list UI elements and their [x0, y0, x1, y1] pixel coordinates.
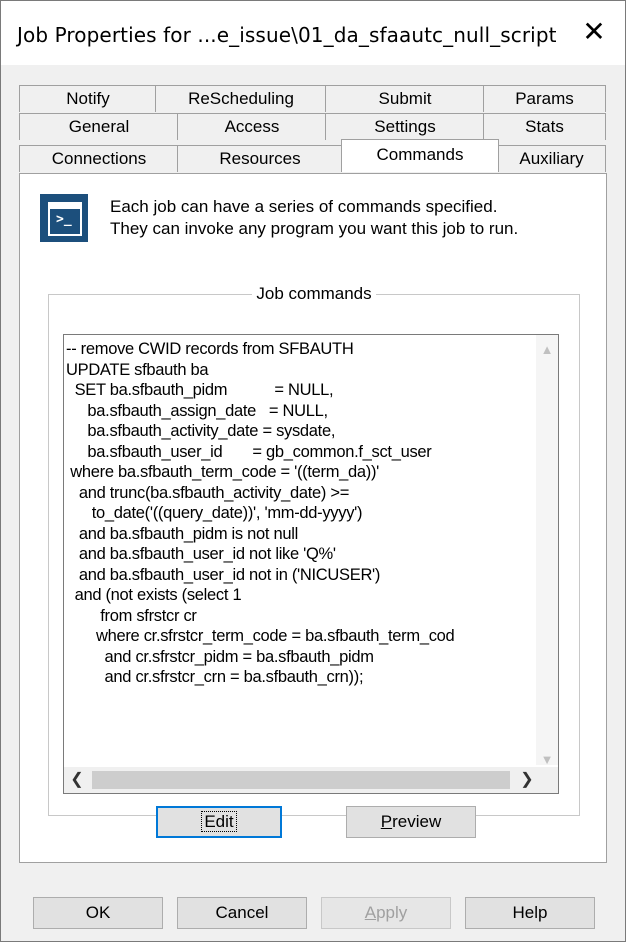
tab-commands[interactable]: Commands	[341, 139, 499, 172]
tab-notify[interactable]: Notify	[19, 85, 157, 112]
code-line: where ba.sfbauth_term_code = '((term_da)…	[66, 463, 380, 481]
tab-connections[interactable]: Connections	[19, 145, 179, 172]
tab-access[interactable]: Access	[177, 113, 327, 140]
code-line: SET ba.sfbauth_pidm = NULL,	[66, 381, 334, 399]
job-commands-label: Job commands	[256, 284, 372, 303]
tab-row-2: General Access Settings Stats	[19, 113, 606, 141]
title-bar: Job Properties for ...e_issue\01_da_sfaa…	[1, 1, 625, 65]
code-line: ba.sfbauth_user_id = gb_common.f_sct_use…	[66, 442, 432, 461]
code-line: to_date('((query_date))', 'mm-dd-yyyy')	[66, 504, 363, 522]
apply-button[interactable]: Apply	[321, 897, 451, 929]
code-line: where cr.sfrstcr_term_code = ba.sfbauth_…	[66, 627, 455, 645]
job-commands-group: Job commands -- remove CWID records from…	[48, 284, 580, 816]
scroll-right-icon[interactable]: ❯	[514, 767, 540, 793]
commands-editor[interactable]: -- remove CWID records from SFBAUTH UPDAT…	[63, 334, 559, 794]
info-text: Each job can have a series of commands s…	[110, 196, 518, 240]
window-title: Job Properties for ...e_issue\01_da_sfaa…	[17, 23, 557, 47]
command-prompt-icon: >_	[40, 194, 88, 242]
code-line: ba.sfbauth_assign_date = NULL,	[66, 401, 328, 420]
code-line: -- remove CWID records from SFBAUTH	[66, 340, 354, 358]
info-line-2: They can invoke any program you want thi…	[110, 219, 519, 238]
tab-general[interactable]: General	[19, 113, 179, 140]
tab-row-1: Notify ReScheduling Submit Params	[19, 85, 606, 113]
tab-rescheduling[interactable]: ReScheduling	[155, 85, 327, 112]
code-line: and cr.sfrstcr_crn = ba.sfbauth_crn));	[66, 668, 364, 686]
code-line: and ba.sfbauth_user_id not like 'Q%'	[66, 545, 336, 563]
cancel-button[interactable]: Cancel	[177, 897, 307, 929]
tab-submit[interactable]: Submit	[325, 85, 485, 112]
job-properties-dialog: Job Properties for ...e_issue\01_da_sfaa…	[0, 0, 626, 942]
edit-button[interactable]: Edit	[156, 806, 282, 838]
code-line: and cr.sfrstcr_pidm = ba.sfbauth_pidm	[66, 647, 374, 666]
prompt-glyph: >_	[56, 212, 72, 227]
preview-button[interactable]: Preview	[346, 806, 476, 838]
tab-settings[interactable]: Settings	[325, 113, 485, 140]
code-line: and (not exists (select 1	[66, 586, 242, 604]
code-line: and ba.sfbauth_user_id not in ('NICUSER'…	[66, 565, 381, 584]
tab-row-3: Connections Resources Commands Auxiliary	[19, 139, 606, 173]
code-line: from sfrstcr cr	[66, 606, 197, 625]
ok-button[interactable]: OK	[33, 897, 163, 929]
horizontal-scroll-thumb[interactable]	[92, 771, 510, 789]
edit-button-label: Edit	[201, 811, 237, 832]
scroll-left-icon[interactable]: ❮	[64, 767, 90, 793]
horizontal-scrollbar[interactable]: ❮ ❯	[64, 767, 558, 793]
help-button[interactable]: Help	[465, 897, 595, 929]
code-line: UPDATE sfbauth ba	[66, 360, 209, 379]
tab-stats[interactable]: Stats	[483, 113, 606, 140]
code-line: and trunc(ba.sfbauth_activity_date) >=	[66, 483, 350, 502]
vertical-scrollbar[interactable]: ▲ ▼	[536, 335, 558, 767]
close-icon[interactable]: ✕	[579, 15, 609, 49]
code-line: and ba.sfbauth_pidm is not null	[66, 524, 298, 543]
info-line-1: Each job can have a series of commands s…	[110, 197, 498, 216]
commands-text[interactable]: -- remove CWID records from SFBAUTH UPDAT…	[66, 339, 536, 757]
tab-params[interactable]: Params	[483, 85, 606, 112]
code-line: ba.sfbauth_activity_date = sysdate,	[66, 422, 336, 440]
tab-resources[interactable]: Resources	[177, 145, 343, 172]
scroll-up-icon[interactable]: ▲	[536, 339, 558, 361]
tab-auxiliary[interactable]: Auxiliary	[497, 145, 606, 172]
commands-panel: >_ Each job can have a series of command…	[19, 173, 607, 863]
